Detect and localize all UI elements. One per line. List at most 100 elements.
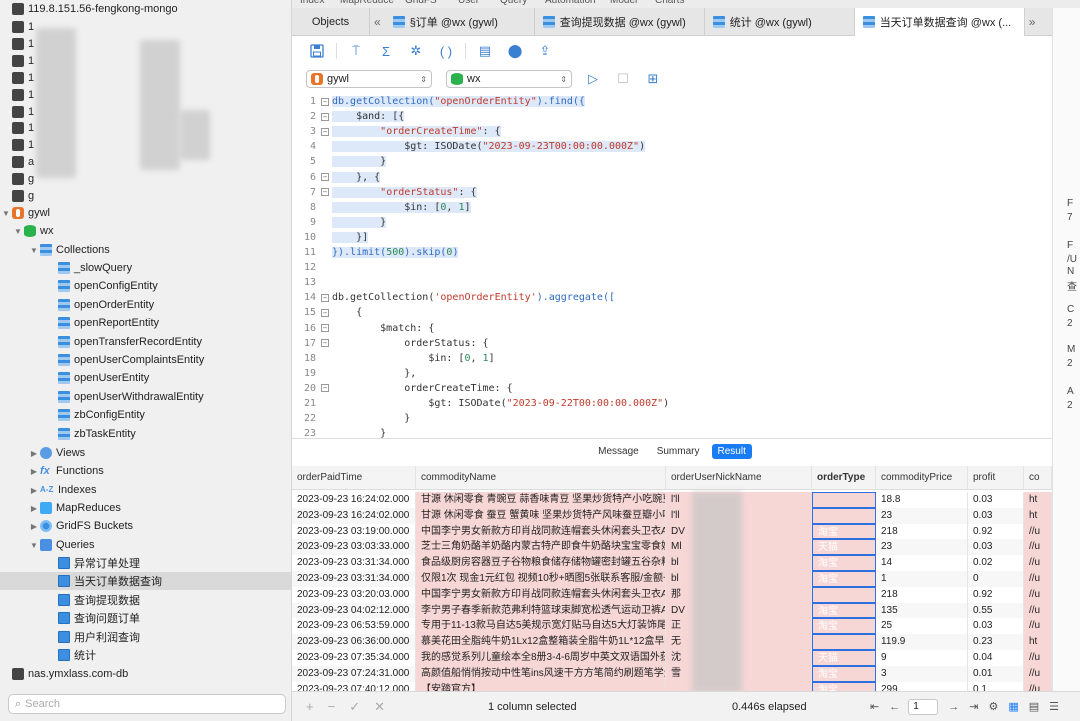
table-cell[interactable]: 0.03 xyxy=(968,492,1024,508)
table-cell[interactable]: //u xyxy=(1024,681,1052,691)
gridfs-folder[interactable]: ▶ GridFS Buckets xyxy=(0,517,291,535)
search-input[interactable] xyxy=(25,698,266,710)
table-cell[interactable] xyxy=(812,492,876,508)
table-cell[interactable]: ht xyxy=(1024,634,1052,650)
table-cell[interactable]: 0 xyxy=(968,571,1024,587)
query-tab[interactable]: 查询提现数据 @wx (gywl) xyxy=(535,7,705,36)
database-select[interactable]: wx ⇕ xyxy=(446,70,572,88)
connection-fengkong[interactable]: 119.8.151.56-fengkong-mongo xyxy=(0,0,291,18)
chevron-down-icon[interactable]: ▼ xyxy=(12,227,24,236)
fold-marker[interactable]: − xyxy=(318,188,332,197)
fold-marker[interactable]: − xyxy=(318,293,332,302)
code-line[interactable]: 7− "orderStatus": { xyxy=(292,185,1052,200)
query-item[interactable]: 用户利润查询 xyxy=(0,628,291,646)
chevron-right-icon[interactable]: ▶ xyxy=(28,449,40,458)
code-line[interactable]: 16− $match: { xyxy=(292,321,1052,336)
query-item[interactable]: 统计 xyxy=(0,646,291,664)
stop-icon[interactable]: ☐ xyxy=(612,69,634,89)
table-cell[interactable]: 中国李宁男女新款方印肖战同款连帽套头休闲套头卫衣AWI xyxy=(416,523,666,540)
chevron-down-icon[interactable]: ▼ xyxy=(0,209,12,218)
table-cell[interactable]: 慕美花田全脂纯牛奶1Lx12盒整箱装全脂牛奶1L*12盒早餐奶 xyxy=(416,634,666,650)
collapse-icon[interactable]: − xyxy=(321,97,329,106)
code-line[interactable]: 3− "orderCreateTime": { xyxy=(292,124,1052,139)
fold-marker[interactable]: − xyxy=(318,97,332,106)
table-cell[interactable]: 23 xyxy=(876,507,968,524)
collapse-icon[interactable]: − xyxy=(321,339,329,348)
connection-select[interactable]: gywl ⇕ xyxy=(306,70,432,88)
mapreduces-folder[interactable]: ▶ MapReduces xyxy=(0,499,291,517)
table-cell[interactable]: 食品级厨房容器豆子谷物粮食储存储物罐密封罐五谷杂粮面 xyxy=(416,555,666,571)
sidebar-search[interactable]: ⌕ xyxy=(8,694,286,714)
table-cell[interactable]: 淘宝 xyxy=(812,602,876,619)
table-cell[interactable]: 25 xyxy=(876,618,968,635)
table-cell[interactable]: 299 xyxy=(876,681,968,691)
table-row[interactable]: 2023-09-23 16:24:02.000 甘源 休闲零食 蚕豆 蟹黄味 坚果… xyxy=(292,507,1052,524)
column-header[interactable]: profit xyxy=(968,466,1024,489)
table-cell[interactable]: //u xyxy=(1024,665,1052,682)
query-item[interactable]: 当天订单数据查询 xyxy=(0,572,291,591)
query-tab[interactable]: §订单 @wx (gywl) xyxy=(385,7,535,36)
code-line[interactable]: 2− $and: [{ xyxy=(292,109,1052,124)
table-row[interactable]: 2023-09-23 06:53:59.000 专用于11-13款马自达5美规示宽… xyxy=(292,618,1052,635)
settings-icon[interactable]: ⚙ xyxy=(988,700,998,713)
menu-item[interactable]: Query xyxy=(500,0,527,6)
table-cell[interactable]: 淘宝 xyxy=(812,555,876,571)
table-cell[interactable]: 2023-09-23 06:36:00.000 xyxy=(292,634,416,650)
fold-marker[interactable]: − xyxy=(318,173,332,181)
chevron-down-icon[interactable]: ▼ xyxy=(28,246,40,255)
chevron-right-icon[interactable]: ▶ xyxy=(28,486,40,495)
menu-item[interactable]: Automation xyxy=(545,0,596,6)
code-line[interactable]: 10 }] xyxy=(292,230,1052,245)
table-cell[interactable]: 2023-09-23 06:53:59.000 xyxy=(292,618,416,635)
code-line[interactable]: 5 } xyxy=(292,154,1052,169)
table-cell[interactable]: 淘宝 xyxy=(812,571,876,587)
table-row[interactable]: 2023-09-23 03:03:33.000 芝士三角奶酪羊奶酪内蒙古特产即食牛… xyxy=(292,539,1052,556)
connection-gywl[interactable]: ▼ gywl xyxy=(0,204,291,222)
collapse-icon[interactable]: − xyxy=(321,127,329,136)
table-cell[interactable]: 0.23 xyxy=(968,634,1024,650)
collection-item[interactable]: zbConfigEntity xyxy=(0,406,291,424)
result-tab-message[interactable]: Message xyxy=(592,444,645,459)
table-row[interactable]: 2023-09-23 03:31:34.000 食品级厨房容器豆子谷物粮食储存储物… xyxy=(292,555,1052,571)
code-line[interactable]: 15− { xyxy=(292,305,1052,320)
table-row[interactable]: 2023-09-23 03:31:34.000 仅限1次 现金1元红包 视频10秒… xyxy=(292,571,1052,587)
menu-item[interactable]: User xyxy=(458,0,479,6)
collapse-icon[interactable]: − xyxy=(321,384,329,393)
table-cell[interactable]: 2023-09-23 07:24:31.000 xyxy=(292,665,416,682)
table-cell[interactable]: 9 xyxy=(876,650,968,666)
table-cell[interactable]: 甘源 休闲零食 青豌豆 蒜香味青豆 坚果炒货特产小吃豌豆粒 xyxy=(416,492,666,508)
fold-marker[interactable]: − xyxy=(318,112,332,121)
grid-view-icon[interactable]: ▦ xyxy=(1008,700,1018,713)
collapse-icon[interactable]: − xyxy=(321,188,329,197)
table-row[interactable]: 2023-09-23 16:24:02.000 甘源 休闲零食 青豌豆 蒜香味青豆… xyxy=(292,492,1052,508)
code-line[interactable]: 8 $in: [0, 1] xyxy=(292,200,1052,215)
document-icon[interactable]: ▤ xyxy=(474,41,496,61)
beautify-icon[interactable]: ✲ xyxy=(405,41,427,61)
fold-marker[interactable]: − xyxy=(318,127,332,136)
table-cell[interactable]: 淘宝 xyxy=(812,665,876,682)
code-line[interactable]: 1− db.getCollection("openOrderEntity").fi… xyxy=(292,94,1052,109)
menu-item[interactable]: GridFS xyxy=(405,0,437,6)
table-cell[interactable]: ht xyxy=(1024,492,1052,508)
explain-icon[interactable]: ⊞ xyxy=(642,69,664,89)
table-cell[interactable]: 2023-09-23 03:19:00.000 xyxy=(292,523,416,540)
color-icon[interactable]: ⬤ xyxy=(504,41,526,61)
table-cell[interactable]: 1 xyxy=(876,571,968,587)
table-cell[interactable]: 0.92 xyxy=(968,523,1024,540)
table-cell[interactable]: 天猫 xyxy=(812,539,876,556)
collection-item[interactable]: openUserWithdrawalEntity xyxy=(0,388,291,406)
table-cell[interactable]: 专用于11-13款马自达5美规示宽灯贴马自达5大灯装饰尾灯 xyxy=(416,618,666,635)
table-cell[interactable]: 0.55 xyxy=(968,602,1024,619)
collapse-icon[interactable]: − xyxy=(321,324,329,332)
table-row[interactable]: 2023-09-23 07:40:12.000 【安踏官方】 淘宝 299 0.1//u xyxy=(292,681,1052,691)
table-cell[interactable]: 高颜值船悄悄按动中性笔ins风速干方方笔简约刷题笔学生 xyxy=(416,665,666,682)
result-tab-summary[interactable]: Summary xyxy=(651,444,706,459)
table-cell[interactable]: //u xyxy=(1024,586,1052,603)
query-item[interactable]: 异常订单处理 xyxy=(0,554,291,572)
prev-page-icon[interactable]: ← xyxy=(889,701,900,713)
braces-icon[interactable]: ( ) xyxy=(435,41,457,61)
table-cell[interactable]: 0.03 xyxy=(968,507,1024,524)
table-cell[interactable]: 0.04 xyxy=(968,650,1024,666)
table-cell[interactable]: 中国李宁男女新款方印肖战同款连帽套头休闲套头卫衣AWI xyxy=(416,586,666,603)
table-cell[interactable]: 天猫 xyxy=(812,650,876,666)
